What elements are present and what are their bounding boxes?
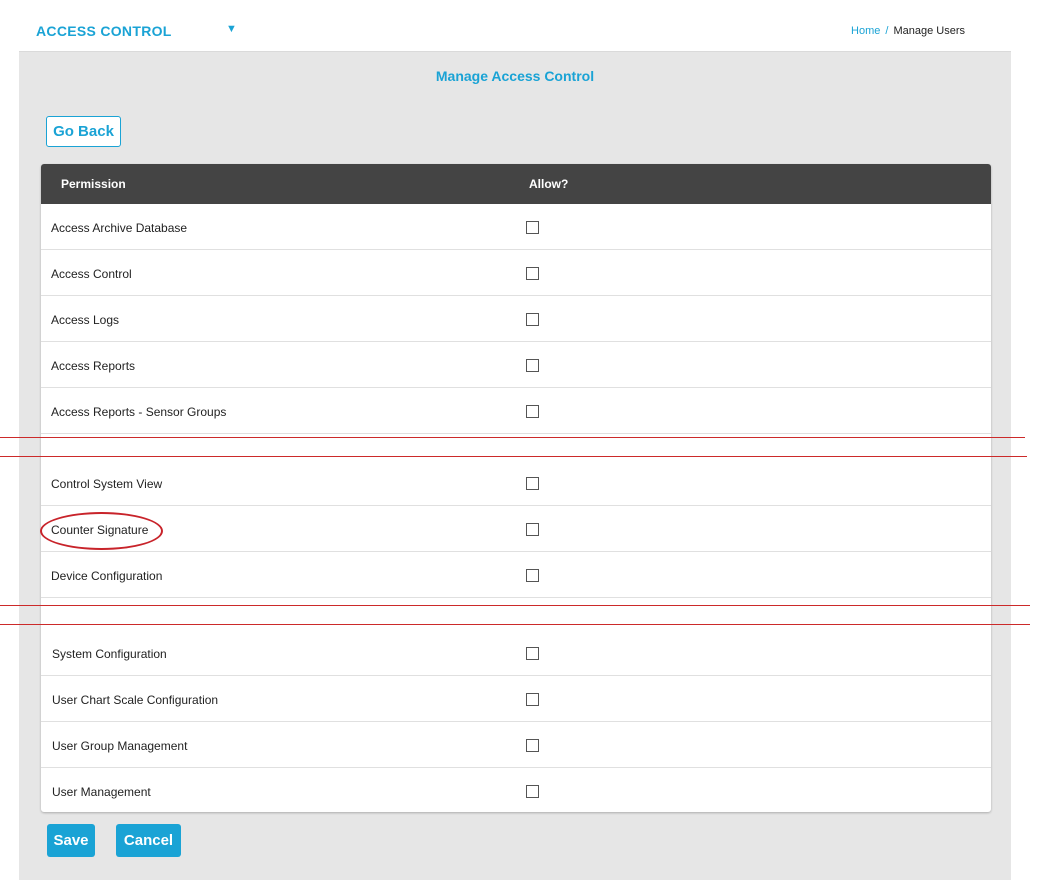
permission-label: User Group Management (52, 739, 188, 753)
table-row: Counter Signature (41, 506, 991, 552)
permission-label: Access Reports - Sensor Groups (51, 405, 227, 419)
table-row: Access Reports - Sensor Groups (41, 388, 991, 434)
annotation-ellipse (40, 512, 163, 550)
module-title[interactable]: ACCESS CONTROL (36, 23, 172, 39)
permission-label: Access Logs (51, 313, 120, 327)
permission-label: Access Archive Database (51, 221, 188, 235)
table-row: System Configuration (41, 630, 991, 676)
table-row: Control System View (41, 460, 991, 506)
cut-line (0, 605, 1030, 606)
permission-label: Control System View (51, 477, 163, 491)
permission-label: System Configuration (52, 647, 167, 661)
permission-label: User Management (52, 785, 151, 799)
allow-checkbox[interactable] (526, 739, 539, 752)
table-row: User Group Management (41, 722, 991, 768)
table-row: User Chart Scale Configuration (41, 676, 991, 722)
cancel-button[interactable]: Cancel (116, 824, 181, 857)
allow-checkbox[interactable] (526, 523, 539, 536)
breadcrumb: Home / Manage Users (851, 25, 965, 37)
allow-checkbox[interactable] (526, 267, 539, 280)
allow-checkbox[interactable] (526, 477, 539, 490)
breadcrumb-home-link[interactable]: Home (851, 25, 880, 37)
allow-checkbox[interactable] (526, 221, 539, 234)
caret-down-icon[interactable]: ▼ (226, 23, 237, 35)
allow-checkbox[interactable] (526, 693, 539, 706)
table-row: Access Control (41, 250, 991, 296)
page-title: Manage Access Control (435, 68, 595, 84)
permission-label: User Chart Scale Configuration (52, 693, 219, 707)
permission-label: Access Control (51, 267, 132, 281)
allow-checkbox[interactable] (526, 405, 539, 418)
table-header: Permission Allow? (41, 164, 991, 204)
table-row: Access Archive Database (41, 204, 991, 250)
allow-checkbox[interactable] (526, 313, 539, 326)
table-row: Device Configuration (41, 552, 991, 598)
table-row: User Management (41, 768, 991, 812)
go-back-button[interactable]: Go Back (46, 116, 121, 147)
permission-label: Device Configuration (51, 569, 163, 583)
top-bar: ACCESS CONTROL ▼ Home / Manage Users (19, 10, 1011, 52)
allow-checkbox[interactable] (526, 785, 539, 798)
allow-checkbox[interactable] (526, 647, 539, 660)
breadcrumb-separator: / (885, 25, 889, 37)
permission-label: Access Reports (51, 359, 136, 373)
allow-checkbox[interactable] (526, 569, 539, 582)
allow-checkbox[interactable] (526, 359, 539, 372)
column-header-allow: Allow? (529, 177, 569, 191)
cut-line (0, 456, 1027, 457)
column-header-permission: Permission (61, 177, 126, 191)
table-row: Access Reports (41, 342, 991, 388)
permissions-table: Permission Allow? Access Archive Databas… (41, 164, 991, 812)
breadcrumb-current: Manage Users (893, 25, 965, 37)
cut-line (0, 437, 1025, 438)
save-button[interactable]: Save (47, 824, 95, 857)
table-row: Access Logs (41, 296, 991, 342)
cut-line (0, 624, 1030, 625)
